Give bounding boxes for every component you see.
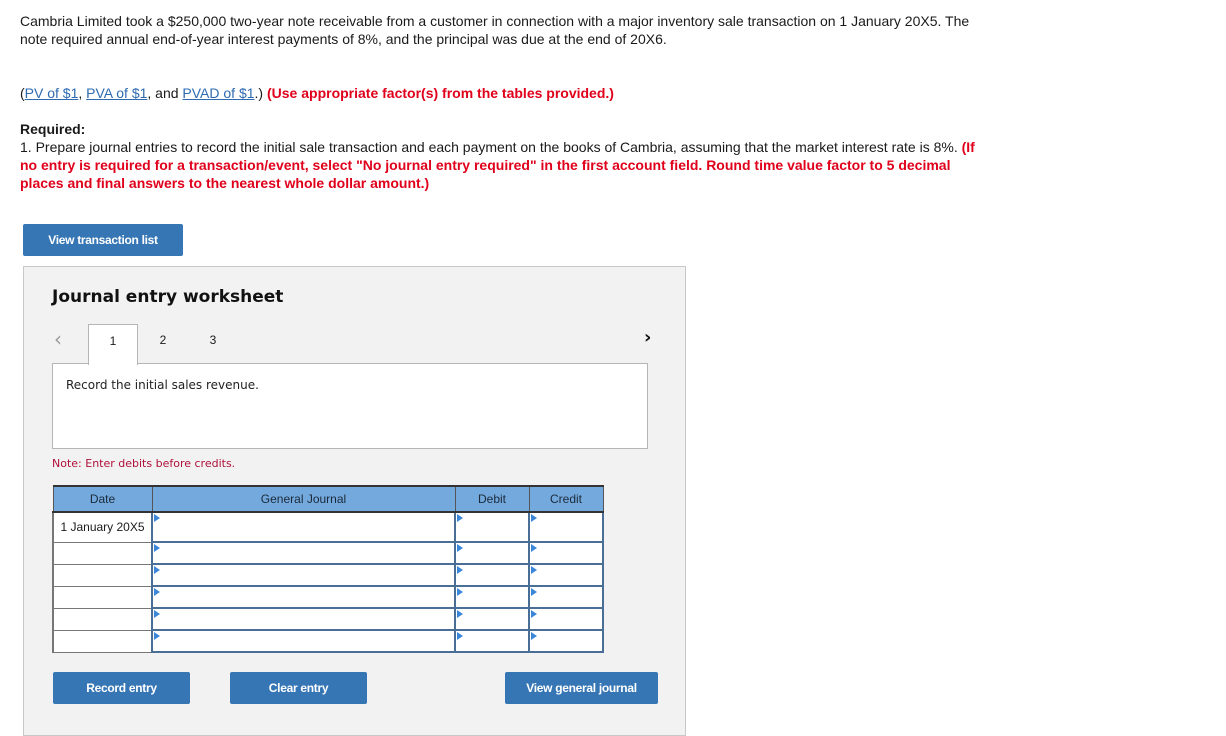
input-indicator-icon [531, 544, 537, 552]
table-row [52, 585, 604, 609]
input-indicator-icon [457, 610, 463, 618]
required-text: 1. Prepare journal entries to record the… [20, 139, 962, 155]
worksheet-title: Journal entry worksheet [52, 287, 284, 307]
chevron-left-icon[interactable]: ‹ [54, 327, 62, 351]
journal-entry-worksheet: Journal entry worksheet ‹ 1 2 3 › Record… [23, 266, 686, 736]
required-section: Required: 1. Prepare journal entries to … [20, 120, 980, 192]
date-cell [52, 541, 153, 565]
date-cell [52, 629, 153, 653]
input-indicator-icon [531, 632, 537, 640]
header-date: Date [52, 485, 153, 513]
question-intro: Cambria Limited took a $250,000 two-year… [20, 13, 970, 47]
input-indicator-icon [531, 588, 537, 596]
journal-table: Date General Journal Debit Credit 1 Janu… [52, 485, 604, 653]
view-transaction-list-button[interactable]: View transaction list [23, 224, 183, 256]
account-select[interactable] [151, 511, 456, 543]
dropdown-indicator-icon [154, 514, 160, 522]
account-select[interactable] [151, 563, 456, 587]
dropdown-indicator-icon [154, 588, 160, 596]
input-indicator-icon [457, 566, 463, 574]
table-row [52, 629, 604, 653]
date-cell [52, 607, 153, 631]
input-indicator-icon [531, 610, 537, 618]
table-row [52, 607, 604, 631]
input-indicator-icon [457, 588, 463, 596]
table-header-row: Date General Journal Debit Credit [52, 485, 604, 513]
header-credit: Credit [528, 485, 604, 513]
table-row [52, 541, 604, 565]
account-select[interactable] [151, 629, 456, 653]
debit-input[interactable] [454, 511, 530, 543]
input-indicator-icon [457, 632, 463, 640]
required-label: Required: [20, 121, 86, 137]
credit-input[interactable] [528, 585, 604, 609]
transaction-description: Record the initial sales revenue. [66, 378, 259, 392]
account-select[interactable] [151, 585, 456, 609]
transaction-description-box: Record the initial sales revenue. [52, 363, 648, 449]
view-general-journal-button[interactable]: View general journal [505, 672, 658, 704]
dropdown-indicator-icon [154, 544, 160, 552]
credit-input[interactable] [528, 607, 604, 631]
input-indicator-icon [531, 566, 537, 574]
factor-instruction: (Use appropriate factor(s) from the tabl… [267, 85, 614, 101]
header-general-journal: General Journal [151, 485, 456, 513]
credit-input[interactable] [528, 541, 604, 565]
debit-input[interactable] [454, 629, 530, 653]
table-row [52, 563, 604, 587]
input-indicator-icon [457, 514, 463, 522]
record-entry-button[interactable]: Record entry [53, 672, 190, 704]
factor-table-refs: (PV of $1, PVA of $1, and PVAD of $1.) (… [20, 84, 614, 102]
tab-3[interactable]: 3 [188, 324, 238, 364]
pv-of-1-link[interactable]: PV of $1 [25, 85, 79, 101]
debit-input[interactable] [454, 585, 530, 609]
account-select[interactable] [151, 607, 456, 631]
dropdown-indicator-icon [154, 632, 160, 640]
pvad-of-1-link[interactable]: PVAD of $1 [182, 85, 254, 101]
date-cell [52, 585, 153, 609]
credit-input[interactable] [528, 629, 604, 653]
sep-2: , and [147, 85, 183, 101]
debit-input[interactable] [454, 563, 530, 587]
input-indicator-icon [457, 544, 463, 552]
table-row: 1 January 20X5 [52, 511, 604, 543]
tab-1[interactable]: 1 [88, 324, 138, 365]
clear-entry-button[interactable]: Clear entry [230, 672, 367, 704]
account-select[interactable] [151, 541, 456, 565]
tab-2[interactable]: 2 [138, 324, 188, 364]
debit-input[interactable] [454, 607, 530, 631]
header-debit: Debit [454, 485, 530, 513]
sep-1: , [78, 85, 87, 101]
debit-input[interactable] [454, 541, 530, 565]
date-cell [52, 563, 153, 587]
input-indicator-icon [531, 514, 537, 522]
paren-close: .) [254, 85, 267, 101]
debits-before-credits-note: Note: Enter debits before credits. [52, 457, 236, 470]
date-cell: 1 January 20X5 [52, 511, 153, 543]
dropdown-indicator-icon [154, 610, 160, 618]
chevron-right-icon[interactable]: › [644, 327, 651, 348]
credit-input[interactable] [528, 511, 604, 543]
pva-of-1-link[interactable]: PVA of $1 [86, 85, 147, 101]
dropdown-indicator-icon [154, 566, 160, 574]
credit-input[interactable] [528, 563, 604, 587]
